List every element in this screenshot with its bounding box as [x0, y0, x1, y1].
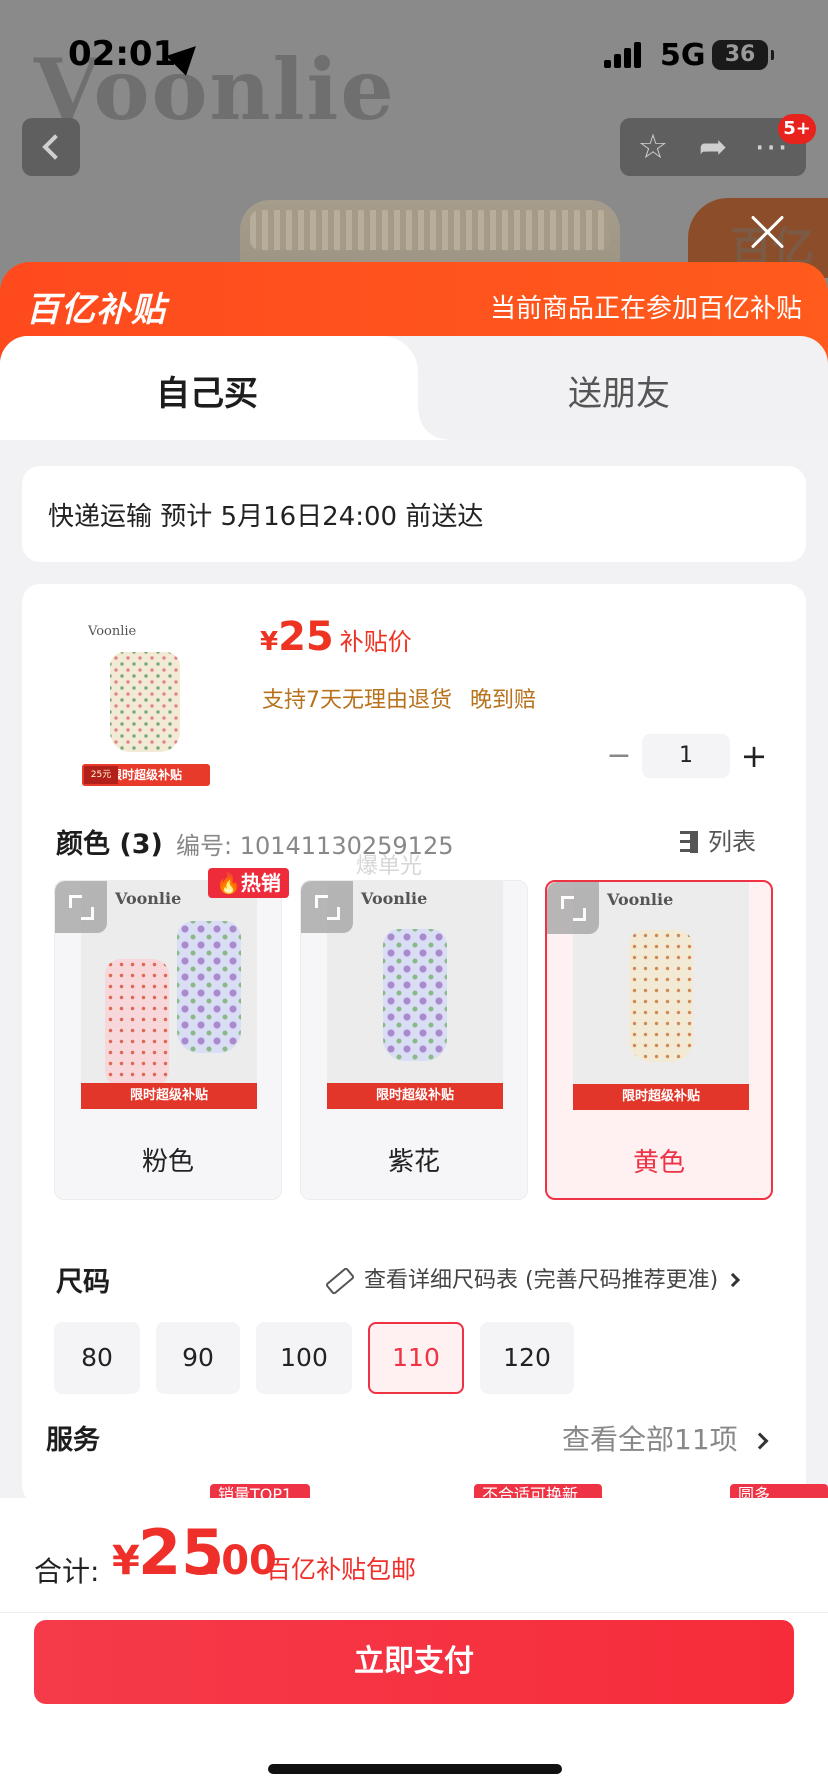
pants-image [105, 959, 169, 1091]
total-note: 百亿补贴包邮 [266, 1555, 417, 1584]
close-icon[interactable] [746, 210, 790, 254]
color-option-image: Voonlie [327, 881, 503, 1109]
expand-icon[interactable] [301, 881, 353, 933]
guarantee-row: 支持7天无理由退货 晚到赔 [262, 682, 536, 714]
hot-sale-badge: 🔥热销 [208, 868, 289, 898]
size-option-120[interactable]: 120 [480, 1322, 574, 1394]
battery-icon: 36 [712, 40, 774, 70]
subsidy-note: 当前商品正在参加百亿补贴 [489, 294, 802, 324]
size-section-title: 尺码 [56, 1267, 110, 1298]
option-promo-banner: 限时超级补贴 [81, 1083, 257, 1109]
expand-icon[interactable] [55, 881, 107, 933]
quantity-decrease-button[interactable]: − [604, 734, 634, 778]
color-option-pink[interactable]: Voonlie 限时超级补贴 粉色 [54, 880, 282, 1200]
color-option-image: Voonlie [573, 882, 749, 1110]
price-value: 25 [278, 614, 334, 660]
expand-icon[interactable] [547, 882, 599, 934]
chevron-right-icon [751, 1432, 769, 1450]
guarantee-return: 支持7天无理由退货 [262, 688, 452, 713]
option-brand: Voonlie [361, 889, 428, 908]
checkout-footer: 合计: ¥ 25 .00 百亿补贴包邮 立即支付 [0, 1498, 828, 1792]
size-option-100[interactable]: 100 [256, 1322, 352, 1394]
total-label: 合计: [34, 1555, 100, 1588]
quantity-input[interactable]: 1 [642, 734, 730, 778]
list-view-label: 列表 [708, 828, 756, 856]
service-section-title: 服务 [46, 1425, 100, 1456]
delivery-estimate: 快递运输 预计 5月16日24:00 前送达 [48, 502, 484, 532]
size-chart-link[interactable]: 查看详细尺码表 (完善尺码推荐更准) [324, 1262, 741, 1296]
price-row: ¥25 补贴价 [260, 614, 412, 660]
list-icon [672, 831, 698, 853]
color-option-purple-floral[interactable]: Voonlie 限时超级补贴 紫花 [300, 880, 528, 1200]
subsidy-logo: 百亿补贴 [26, 290, 166, 330]
size-chart-label: 查看详细尺码表 (完善尺码推荐更准) [364, 1268, 719, 1293]
watermark-text: 爆单光 [356, 854, 423, 879]
purchase-tabs: 自己买 送朋友 [0, 336, 828, 440]
price-label: 补贴价 [339, 628, 412, 656]
guarantee-late-compensation: 晚到赔 [470, 688, 537, 713]
pants-image [629, 930, 693, 1062]
quantity-increase-button[interactable]: + [734, 734, 774, 778]
pay-now-button[interactable]: 立即支付 [34, 1620, 794, 1704]
ruler-icon [324, 1266, 356, 1296]
size-option-80[interactable]: 80 [54, 1322, 140, 1394]
color-option-label: 粉色 [141, 1147, 194, 1177]
divider [0, 1612, 828, 1613]
status-time: 02:01 [68, 34, 177, 74]
option-promo-banner: 限时超级补贴 [327, 1083, 503, 1109]
option-promo-banner: 限时超级补贴 [573, 1084, 749, 1110]
size-option-110[interactable]: 110 [368, 1322, 464, 1394]
network-type: 5G [660, 38, 706, 73]
pants-image [177, 921, 241, 1053]
delivery-card: 快递运输 预计 5月16日24:00 前送达 [22, 466, 806, 562]
back-button[interactable] [22, 118, 80, 176]
service-view-all-link[interactable]: 查看全部11项 [562, 1418, 769, 1458]
tab-send-to-friend[interactable]: 送朋友 [568, 366, 670, 415]
tab-buy-for-self[interactable]: 自己买 [156, 366, 258, 415]
signal-icon [604, 40, 644, 68]
color-option-yellow[interactable]: Voonlie 限时超级补贴 黄色 [545, 880, 773, 1200]
color-option-label: 黄色 [632, 1148, 685, 1178]
share-icon[interactable]: ➦ [692, 126, 734, 168]
total-currency: ¥ [112, 1538, 140, 1584]
notification-badge: 5+ [778, 114, 816, 144]
status-bar: 02:01 5G 36 [0, 0, 828, 100]
thumbnail-pants-image [110, 652, 180, 752]
color-option-label: 紫花 [387, 1147, 440, 1177]
thumbnail-price-tag: 25元 [84, 766, 118, 784]
home-indicator [268, 1764, 562, 1774]
color-section-title: 颜色 (3) [56, 829, 163, 860]
option-brand: Voonlie [607, 890, 674, 909]
hot-sale-label: 热销 [240, 871, 281, 895]
size-option-90[interactable]: 90 [156, 1322, 240, 1394]
product-thumbnail[interactable]: Voonlie 限时超级补贴 25元 [58, 616, 228, 792]
pants-image [383, 929, 447, 1061]
star-icon[interactable]: ☆ [632, 126, 674, 168]
color-option-image: Voonlie [81, 881, 257, 1109]
thumbnail-brand: Voonlie [88, 624, 137, 639]
price-currency: ¥ [260, 627, 279, 657]
chevron-right-icon [726, 1272, 741, 1288]
flame-icon: 🔥 [216, 871, 241, 895]
service-view-all-label: 查看全部11项 [562, 1423, 738, 1456]
option-brand: Voonlie [115, 889, 182, 908]
list-view-toggle[interactable]: 列表 [672, 822, 756, 857]
